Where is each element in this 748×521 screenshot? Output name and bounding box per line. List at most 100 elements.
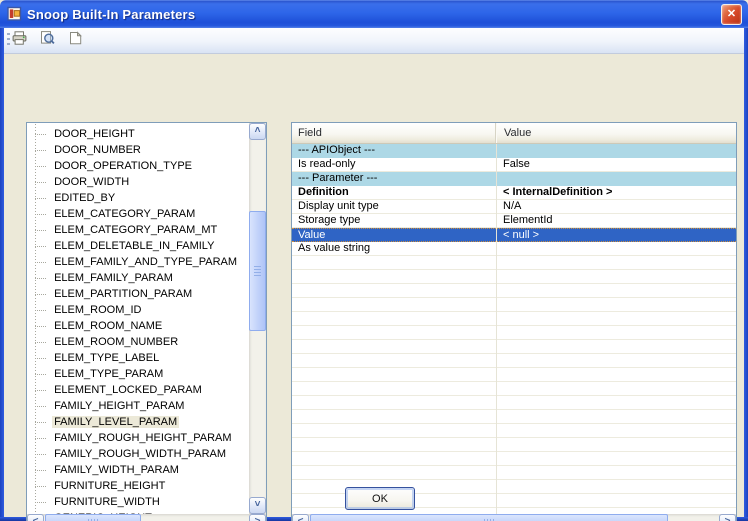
tree-item[interactable]: ELEM_FAMILY_AND_TYPE_PARAM	[27, 254, 249, 270]
tree-branch-connector	[35, 358, 46, 359]
tree-branch-connector	[35, 134, 46, 135]
tree-item[interactable]: DOOR_WIDTH	[27, 174, 249, 190]
tree-item[interactable]: FAMILY_ROUGH_HEIGHT_PARAM	[27, 430, 249, 446]
grid-row[interactable]: Is read-only False	[292, 158, 736, 172]
copy-button[interactable]	[63, 30, 88, 52]
chevron-down-icon: ˅	[255, 499, 261, 510]
tree-item[interactable]: FAMILY_WIDTH_PARAM	[27, 462, 249, 478]
tree-item[interactable]: EDITED_BY	[27, 190, 249, 206]
chevron-right-icon: ˃	[255, 516, 261, 521]
tree-item-label: FAMILY_WIDTH_PARAM	[52, 464, 181, 476]
tree-item-label: ELEM_ROOM_ID	[52, 304, 143, 316]
tree-item-label: ELEM_FAMILY_PARAM	[52, 272, 175, 284]
tree-branch-connector	[35, 374, 46, 375]
grid-cell-field: As value string	[292, 242, 496, 255]
chevron-up-icon: ˄	[255, 125, 261, 136]
tree-item[interactable]: FAMILY_ROUGH_WIDTH_PARAM	[27, 446, 249, 462]
tree-item[interactable]: ELEM_FAMILY_PARAM	[27, 270, 249, 286]
scroll-down-button[interactable]: ˅	[249, 497, 266, 514]
parameter-detail-grid: Field Value --- APIObject --- Is read-on…	[291, 122, 737, 521]
grid-row[interactable]: --- Parameter ---	[292, 172, 736, 186]
tree-item[interactable]: ELEM_PARTITION_PARAM	[27, 286, 249, 302]
scroll-right-button[interactable]: ˃	[719, 514, 736, 521]
tree-branch-connector	[35, 342, 46, 343]
scroll-left-button[interactable]: ˂	[27, 514, 44, 521]
tree-branch-connector	[35, 278, 46, 279]
tree-branch-connector	[35, 150, 46, 151]
tree-item-label: EDITED_BY	[52, 192, 117, 204]
chevron-right-icon: ˃	[725, 516, 731, 521]
grid-cell-field: Is read-only	[292, 158, 496, 171]
tree-item[interactable]: DOOR_HEIGHT	[27, 126, 249, 142]
tree-item-label: DOOR_NUMBER	[52, 144, 143, 156]
grid-row[interactable]: --- APIObject ---	[292, 144, 736, 158]
grid-cell-value: ElementId	[496, 214, 736, 227]
tree-item-label: ELEM_TYPE_LABEL	[52, 352, 161, 364]
grid-cell-field: --- APIObject ---	[292, 144, 496, 157]
close-button[interactable]: ✕	[721, 4, 742, 25]
chevron-left-icon: ˂	[298, 516, 304, 521]
tree-branch-connector	[35, 470, 46, 471]
tree-item-label: FAMILY_ROUGH_WIDTH_PARAM	[52, 448, 228, 460]
grid-cell-value: < InternalDefinition >	[496, 186, 736, 199]
tree-item[interactable]: ELEM_ROOM_ID	[27, 302, 249, 318]
print-button[interactable]	[7, 30, 32, 52]
tree-item[interactable]: ELEM_TYPE_PARAM	[27, 366, 249, 382]
toolbar-grip-handle[interactable]	[7, 33, 10, 48]
tree-item[interactable]: ELEM_ROOM_NAME	[27, 318, 249, 334]
tree-item[interactable]: ELEM_CATEGORY_PARAM_MT	[27, 222, 249, 238]
grid-row[interactable]: As value string	[292, 242, 736, 256]
scroll-right-button[interactable]: ˃	[249, 514, 266, 521]
print-preview-button[interactable]	[35, 30, 60, 52]
tree-item-label: ELEM_TYPE_PARAM	[52, 368, 165, 380]
grid-row[interactable]: Storage type ElementId	[292, 214, 736, 228]
grid-hscroll-thumb[interactable]	[310, 514, 668, 521]
grid-row[interactable]: Definition < InternalDefinition >	[292, 186, 736, 200]
title-bar[interactable]: Snoop Built-In Parameters ✕	[0, 0, 748, 28]
tree-item[interactable]: FURNITURE_HEIGHT	[27, 478, 249, 494]
tree-item[interactable]: FURNITURE_WIDTH	[27, 494, 249, 510]
tree-branch-connector	[35, 454, 46, 455]
tree-branch-connector	[35, 198, 46, 199]
window-border-right	[744, 28, 748, 521]
tree-item[interactable]: ELEM_ROOM_NUMBER	[27, 334, 249, 350]
scroll-left-button[interactable]: ˂	[292, 514, 309, 521]
grid-cell-field: Storage type	[292, 214, 496, 227]
scroll-up-button[interactable]: ˄	[249, 123, 266, 140]
tree-item-label: FURNITURE_HEIGHT	[52, 480, 167, 492]
column-header-field[interactable]: Field	[292, 123, 496, 143]
tree-branch-connector	[35, 182, 46, 183]
tree-item-label: FAMILY_ROUGH_HEIGHT_PARAM	[52, 432, 233, 444]
tree-branch-connector	[35, 262, 46, 263]
tree-vertical-scrollbar[interactable]: ˄ ˅	[249, 123, 266, 514]
chevron-left-icon: ˂	[33, 516, 39, 521]
column-header-value[interactable]: Value	[497, 123, 736, 143]
grid-row[interactable]: Display unit type N/A	[292, 200, 736, 214]
tree-branch-connector	[35, 246, 46, 247]
tree-hscroll-thumb[interactable]	[45, 514, 141, 521]
tree-scroll-thumb[interactable]	[249, 211, 266, 331]
tree-item-label: DOOR_WIDTH	[52, 176, 131, 188]
tree-horizontal-scrollbar[interactable]: ˂ ˃	[27, 514, 266, 521]
tree-item[interactable]: ELEM_TYPE_LABEL	[27, 350, 249, 366]
grid-rows: --- APIObject --- Is read-only False ---…	[292, 144, 736, 514]
tree-item-label: ELEMENT_LOCKED_PARAM	[52, 384, 204, 396]
ok-button[interactable]: OK	[345, 487, 415, 510]
copy-icon	[67, 30, 84, 51]
grid-horizontal-scrollbar[interactable]: ˂ ˃	[292, 514, 736, 521]
tree-item[interactable]: ELEMENT_LOCKED_PARAM	[27, 382, 249, 398]
grid-cell-field: Value	[292, 229, 496, 241]
tree-item[interactable]: DOOR_OPERATION_TYPE	[27, 158, 249, 174]
tree-item[interactable]: DOOR_NUMBER	[27, 142, 249, 158]
grid-cell-field: --- Parameter ---	[292, 172, 496, 185]
tree-item-label: ELEM_FAMILY_AND_TYPE_PARAM	[52, 256, 239, 268]
tree-item[interactable]: FAMILY_HEIGHT_PARAM	[27, 398, 249, 414]
grid-row[interactable]: Value < null >	[292, 228, 736, 242]
tree-item[interactable]: FAMILY_LEVEL_PARAM	[27, 414, 249, 430]
tree-item[interactable]: ELEM_CATEGORY_PARAM	[27, 206, 249, 222]
tree-item[interactable]: ELEM_DELETABLE_IN_FAMILY	[27, 238, 249, 254]
application-icon	[7, 6, 23, 22]
tree-branch-connector	[35, 438, 46, 439]
tree-item-label: DOOR_HEIGHT	[52, 128, 137, 140]
tree-branch-connector	[35, 326, 46, 327]
